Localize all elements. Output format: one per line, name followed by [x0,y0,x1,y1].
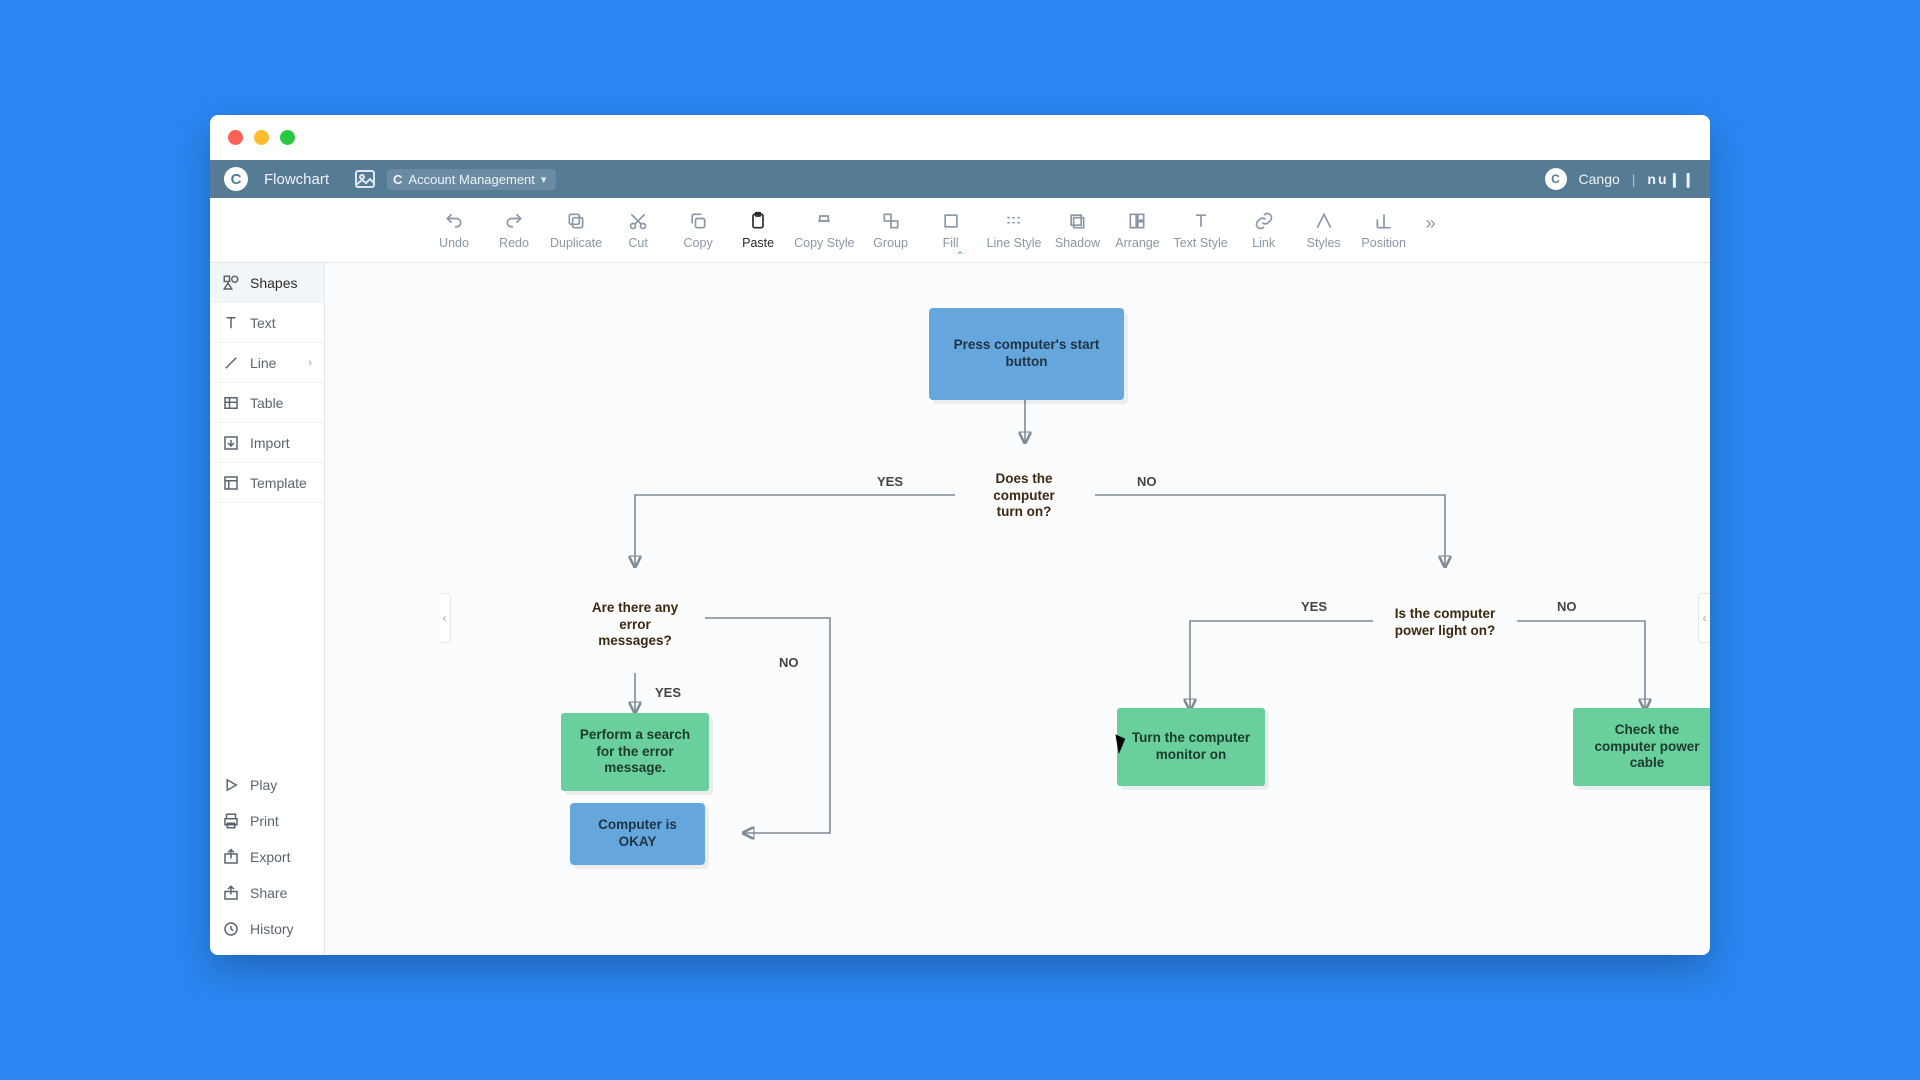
app-window: C Flowchart C Account Management ▾ C Can… [210,115,1710,955]
project-name: Account Management [408,172,534,187]
edge-label: NO [1557,599,1577,614]
line-style-button[interactable]: Line Style [987,211,1042,250]
group-button[interactable]: Group [867,211,915,250]
edge-label: YES [1301,599,1327,614]
chevron-right-icon: › [308,357,312,369]
sidebar-item-history[interactable]: History [210,911,324,947]
edge-label: NO [1137,474,1157,489]
toolbar-overflow-icon[interactable]: » [1420,213,1436,234]
app-title: Flowchart [264,171,329,188]
fill-button[interactable]: Fill [927,211,975,250]
edge-label: YES [655,685,681,700]
styles-button[interactable]: Styles [1300,211,1348,250]
sidebar-item-shapes[interactable]: Shapes [210,263,324,303]
copy-button[interactable]: Copy [674,211,722,250]
project-selector[interactable]: C Account Management ▾ [387,169,556,190]
sidebar-item-share[interactable]: Share [210,875,324,911]
flow-node-turn-on[interactable]: Does the computer turn on? [969,441,1079,551]
flow-node-check-cable[interactable]: Check the computer power cable [1573,708,1710,786]
close-icon[interactable] [228,130,243,145]
cut-button[interactable]: Cut [614,211,662,250]
flow-node-power-light[interactable]: Is the computer power light on? [1383,561,1507,685]
flow-node-monitor-on[interactable]: Turn the computer monitor on [1117,708,1265,786]
brand-label: nu❙❙ [1647,171,1696,188]
separator: | [1632,171,1636,187]
undo-button[interactable]: Undo [430,211,478,250]
minimize-icon[interactable] [254,130,269,145]
toolbar-collapse-icon[interactable]: ⌃ [955,249,965,263]
sidebar-item-import[interactable]: Import [210,423,324,463]
sidebar-item-export[interactable]: Export [210,839,324,875]
header-bar: C Flowchart C Account Management ▾ C Can… [210,160,1710,198]
link-button[interactable]: Link [1240,211,1288,250]
sidebar: Shapes Text Line › Table Import [210,263,325,955]
user-name: Cango [1579,171,1620,187]
flow-node-start[interactable]: Press computer's start button [929,308,1124,400]
text-style-button[interactable]: Text Style [1173,211,1227,250]
flow-node-error-messages[interactable]: Are there any error messages? [573,563,697,687]
redo-button[interactable]: Redo [490,211,538,250]
chevron-down-icon: ▾ [541,173,547,186]
edge-label: NO [779,655,799,670]
maximize-icon[interactable] [280,130,295,145]
edge-label: YES [877,474,903,489]
sidebar-item-print[interactable]: Print [210,803,324,839]
shadow-button[interactable]: Shadow [1053,211,1101,250]
flowchart-canvas[interactable]: ‹ ‹ [325,263,1710,955]
sidebar-item-table[interactable]: Table [210,383,324,423]
toolbar: Undo Redo Duplicate Cut Copy Paste Copy … [210,198,1710,263]
sidebar-item-line[interactable]: Line › [210,343,324,383]
duplicate-button[interactable]: Duplicate [550,211,602,250]
flow-node-search-error[interactable]: Perform a search for the error message. [561,713,709,791]
copy-style-button[interactable]: Copy Style [794,211,854,250]
sidebar-item-text[interactable]: Text [210,303,324,343]
position-button[interactable]: Position [1360,211,1408,250]
mac-titlebar [210,115,1710,160]
sidebar-item-play[interactable]: Play [210,767,324,803]
sidebar-item-template[interactable]: Template [210,463,324,503]
paste-button[interactable]: Paste [734,211,782,250]
arrange-button[interactable]: Arrange [1113,211,1161,250]
user-avatar-icon[interactable]: C [1545,168,1567,190]
flow-node-ok[interactable]: Computer is OKAY [570,803,705,865]
picture-icon[interactable] [353,167,377,191]
app-logo-icon[interactable]: C [224,167,248,191]
